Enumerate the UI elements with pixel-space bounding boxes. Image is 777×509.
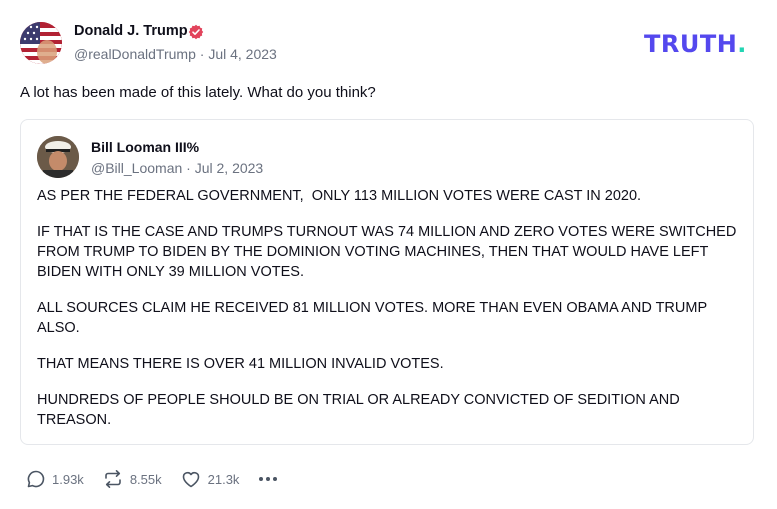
quote-paragraph: ALL SOURCES CLAIM HE RECEIVED 81 MILLION… [37, 300, 711, 336]
reply-button[interactable]: 1.93k [26, 469, 84, 489]
quote-author-name[interactable]: Bill Looman III% [91, 139, 199, 155]
quote-paragraph: HUNDREDS OF PEOPLE SHOULD BE ON TRIAL OR… [37, 392, 684, 428]
more-dots-icon[interactable] [259, 469, 280, 489]
heart-icon [182, 471, 199, 488]
retruth-arrows-icon [105, 470, 121, 488]
like-count: 21.3k [207, 471, 240, 487]
truth-post: Donald J. Trump @realDonaldTrump · Jul 4… [0, 0, 777, 509]
more-dot [259, 477, 264, 481]
author-meta: @realDonaldTrump · Jul 4, 2023 [74, 46, 277, 62]
action-bar: 1.93k 8.55k 21.3k [26, 468, 280, 490]
retruth-count: 8.55k [129, 471, 162, 487]
quote-author-meta: @Bill_Looman · Jul 2, 2023 [91, 160, 264, 176]
quote-date[interactable]: Jul 2, 2023 [195, 160, 264, 176]
author-name[interactable]: Donald J. Trump [74, 23, 188, 39]
quote-paragraph: IF THAT IS THE CASE AND TRUMPS TURNOUT W… [37, 224, 741, 280]
quote-paragraph: AS PER THE FEDERAL GOVERNMENT, ONLY 113 … [37, 188, 642, 204]
reply-count: 1.93k [52, 471, 84, 487]
more-dot [266, 477, 271, 481]
quote-body: AS PER THE FEDERAL GOVERNMENT, ONLY 113 … [37, 186, 737, 446]
like-button[interactable]: 21.3k [180, 469, 240, 489]
quote-author-handle[interactable]: @Bill_Looman [91, 160, 182, 176]
logo-dot: . [737, 30, 747, 58]
quoted-post-card[interactable]: Bill Looman III% @Bill_Looman · Jul 2, 2… [20, 119, 754, 445]
post-date[interactable]: Jul 4, 2023 [208, 46, 277, 62]
quote-avatar-image [37, 136, 79, 178]
more-dot [273, 477, 278, 481]
retruth-button[interactable]: 8.55k [102, 469, 162, 489]
avatar-image [20, 22, 62, 64]
verified-badge-icon [188, 24, 204, 40]
logo-text: TRUTH [644, 30, 738, 58]
author-handle[interactable]: @realDonaldTrump [74, 46, 196, 62]
post-text: A lot has been made of this lately. What… [20, 84, 376, 101]
quote-author-avatar[interactable] [37, 136, 79, 178]
truth-logo: TRUTH. [644, 30, 747, 58]
quote-paragraph: THAT MEANS THERE IS OVER 41 MILLION INVA… [37, 356, 444, 372]
reply-bubble-icon [27, 470, 45, 488]
author-avatar[interactable] [20, 22, 62, 64]
